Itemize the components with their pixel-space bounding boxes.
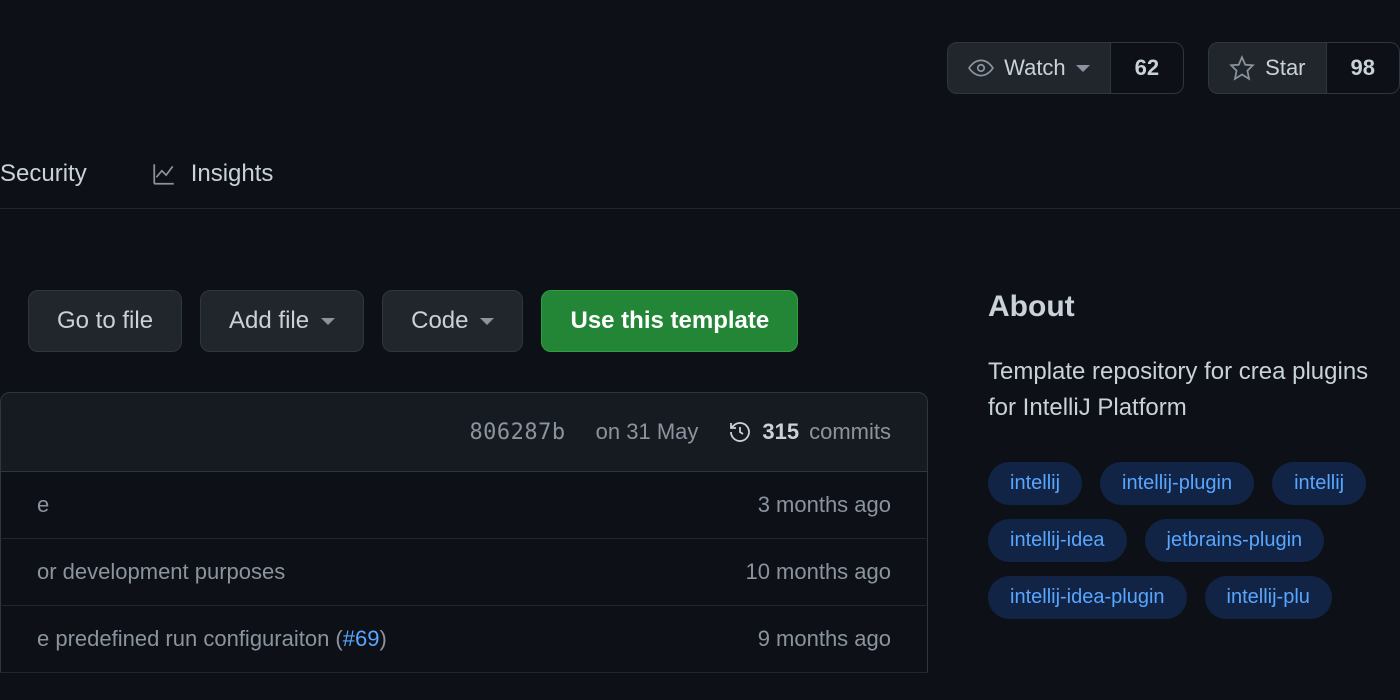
commit-message: or development purposes (37, 559, 285, 585)
go-to-file-label: Go to file (57, 307, 153, 335)
file-row[interactable]: e 3 months ago (0, 472, 928, 539)
issue-link[interactable]: #69 (343, 626, 380, 651)
caret-down-icon (321, 318, 335, 325)
tab-security[interactable]: Security (0, 160, 87, 188)
tab-security-label: Security (0, 160, 87, 188)
about-description: Template repository for crea plugins for… (988, 354, 1400, 426)
file-actions-row: Go to file Add file Code Use this templa… (0, 290, 928, 352)
tab-insights-label: Insights (191, 160, 274, 188)
add-file-button[interactable]: Add file (200, 290, 364, 352)
graph-icon (151, 161, 177, 187)
files-panel: Go to file Add file Code Use this templa… (0, 290, 928, 673)
latest-commit-bar: 806287b on 31 May 315 commits (0, 392, 928, 472)
topic-tag[interactable]: jetbrains-plugin (1145, 519, 1325, 562)
commit-sha[interactable]: 806287b (469, 420, 565, 445)
use-this-template-button[interactable]: Use this template (541, 290, 798, 352)
topic-tag[interactable]: intellij-plu (1205, 576, 1332, 619)
caret-down-icon (1076, 65, 1090, 72)
commits-count: 315 (762, 419, 799, 445)
file-row[interactable]: e predefined run configuraiton (#69) 9 mo… (0, 606, 928, 673)
watch-button-group: Watch 62 (947, 42, 1184, 94)
main-content: Go to file Add file Code Use this templa… (0, 290, 1400, 673)
add-file-label: Add file (229, 307, 309, 335)
topic-tag[interactable]: intellij (1272, 462, 1366, 505)
eye-icon (968, 55, 994, 81)
star-button[interactable]: Star (1209, 43, 1325, 93)
commit-message: e predefined run configuraiton (#69) (37, 626, 387, 652)
repo-actions: Watch 62 Star 98 (947, 42, 1400, 94)
about-sidebar: About Template repository for crea plugi… (988, 290, 1400, 673)
commit-date: on 31 May (596, 419, 699, 445)
topic-list: intellij intellij-plugin intellij intellij-… (988, 462, 1400, 619)
code-button[interactable]: Code (382, 290, 523, 352)
commit-message: e (37, 492, 49, 518)
file-list: e 3 months ago or development purposes 10 m… (0, 472, 928, 673)
tab-insights[interactable]: Insights (151, 160, 274, 188)
commits-link[interactable]: 315 commits (728, 419, 891, 445)
file-age: 10 months ago (721, 559, 891, 585)
topic-tag[interactable]: intellij-idea (988, 519, 1127, 562)
use-this-template-label: Use this template (570, 307, 769, 335)
caret-down-icon (480, 318, 494, 325)
history-icon (728, 420, 752, 444)
topic-tag[interactable]: intellij (988, 462, 1082, 505)
file-age: 9 months ago (734, 626, 891, 652)
topic-tag[interactable]: intellij-idea-plugin (988, 576, 1187, 619)
watch-count[interactable]: 62 (1110, 43, 1183, 93)
star-label: Star (1265, 55, 1305, 81)
code-label: Code (411, 307, 468, 335)
watch-label: Watch (1004, 55, 1066, 81)
file-age: 3 months ago (734, 492, 891, 518)
star-button-group: Star 98 (1208, 42, 1400, 94)
star-icon (1229, 55, 1255, 81)
about-heading: About (988, 290, 1400, 324)
repo-nav-tabs: Security Insights (0, 160, 1400, 209)
star-count[interactable]: 98 (1326, 43, 1399, 93)
file-row[interactable]: or development purposes 10 months ago (0, 539, 928, 606)
go-to-file-button[interactable]: Go to file (28, 290, 182, 352)
watch-button[interactable]: Watch (948, 43, 1110, 93)
topic-tag[interactable]: intellij-plugin (1100, 462, 1254, 505)
commits-label: commits (809, 419, 891, 445)
